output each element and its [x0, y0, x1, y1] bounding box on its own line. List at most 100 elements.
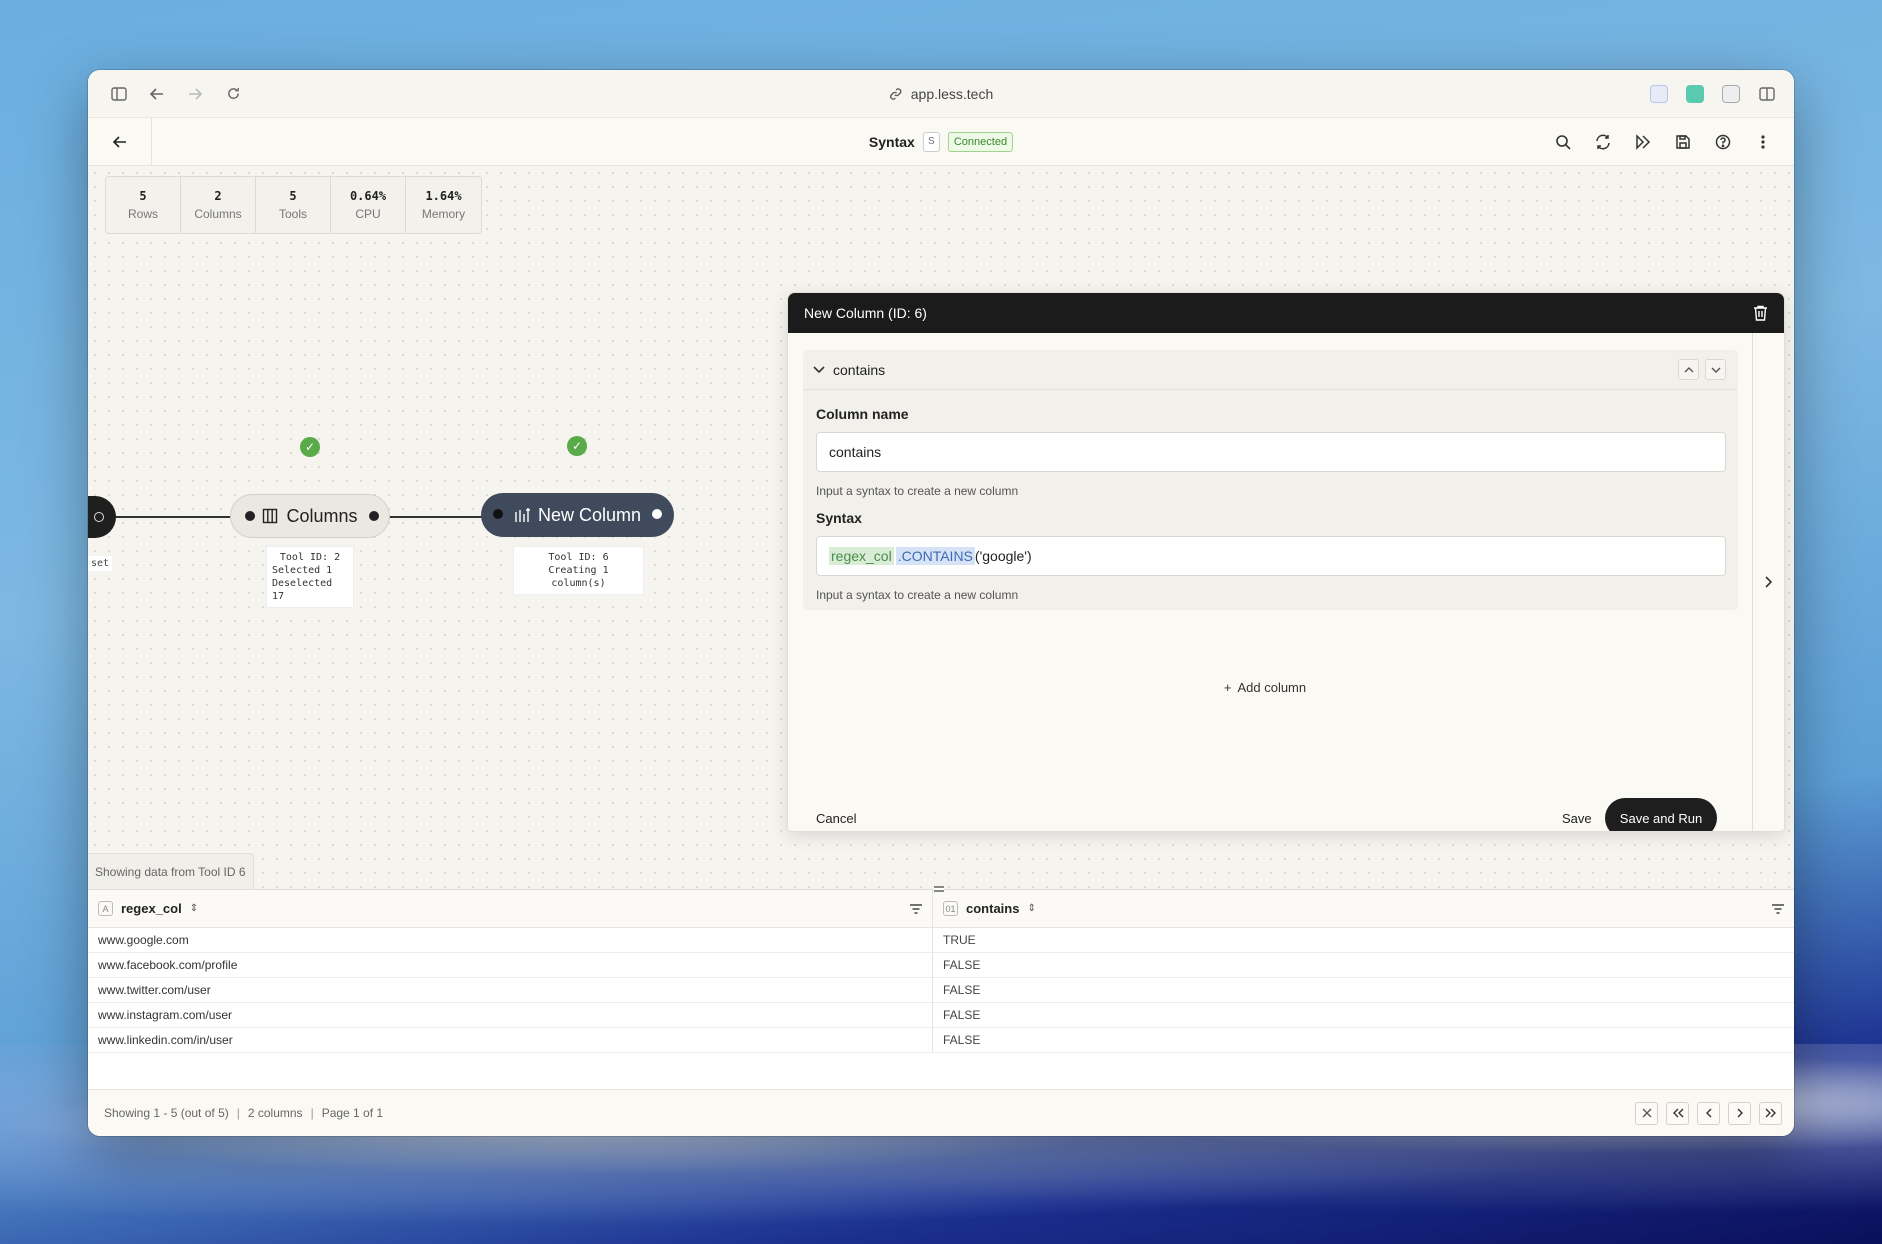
- workflow-canvas[interactable]: 5 Rows 2 Columns 5 Tools 0.64% CPU 1.64%…: [88, 166, 1794, 889]
- run-icon[interactable]: [1634, 133, 1652, 151]
- grid-footer: Showing 1 - 5 (out of 5) | 2 columns | P…: [88, 1089, 1794, 1136]
- check-icon: ✓: [567, 436, 587, 456]
- input-port[interactable]: [493, 509, 503, 519]
- last-page-button[interactable]: [1759, 1101, 1782, 1125]
- chevron-right-icon: [1764, 576, 1772, 588]
- help-icon[interactable]: [1714, 133, 1732, 151]
- card-header[interactable]: contains: [803, 350, 1738, 390]
- url-text: app.less.tech: [910, 85, 994, 102]
- table-cell[interactable]: www.linkedin.com/in/user: [88, 1028, 933, 1052]
- table-row[interactable]: www.google.com TRUE: [88, 928, 1794, 953]
- stats-bar: 5 Rows 2 Columns 5 Tools 0.64% CPU 1.64%…: [105, 176, 482, 234]
- next-page-button[interactable]: [1728, 1101, 1751, 1125]
- save-button[interactable]: Save: [1562, 811, 1592, 826]
- table-cell[interactable]: FALSE: [933, 978, 1794, 1002]
- table-cell[interactable]: www.instagram.com/user: [88, 1003, 933, 1027]
- stat-tools: 5 Tools: [256, 177, 331, 233]
- tool-config-panel: New Column (ID: 6) contains Column name …: [787, 292, 1785, 832]
- columns-node[interactable]: Columns: [230, 494, 390, 538]
- node-info: set: [88, 556, 113, 571]
- sort-icon[interactable]: ⇕: [1027, 903, 1035, 914]
- panel-expand-button[interactable]: [1752, 333, 1784, 831]
- clear-button[interactable]: [1635, 1101, 1658, 1125]
- back-icon[interactable]: [148, 85, 166, 103]
- table-row[interactable]: www.twitter.com/user FALSE: [88, 978, 1794, 1003]
- dataset-node[interactable]: [88, 496, 116, 538]
- extension-icon[interactable]: [1650, 84, 1668, 103]
- pagination: [1635, 1101, 1782, 1125]
- table-row[interactable]: www.facebook.com/profile FALSE: [88, 953, 1794, 978]
- column-name-help: Input a syntax to create a new column: [816, 484, 1019, 498]
- back-button[interactable]: [88, 117, 152, 166]
- trash-icon[interactable]: [1753, 305, 1768, 321]
- move-down-button[interactable]: [1705, 359, 1726, 380]
- edge: [110, 516, 238, 518]
- chevron-down-icon[interactable]: [813, 365, 825, 374]
- table-cell[interactable]: www.google.com: [88, 928, 933, 952]
- table-cell[interactable]: FALSE: [933, 1003, 1794, 1027]
- table-cell[interactable]: www.twitter.com/user: [88, 978, 933, 1002]
- table-row[interactable]: www.linkedin.com/in/user FALSE: [88, 1028, 1794, 1053]
- close-icon: [1642, 1108, 1651, 1118]
- column-header-contains[interactable]: 01 contains ⇕: [933, 890, 1794, 927]
- add-column-button[interactable]: + Add column: [788, 680, 1742, 695]
- sidebar-toggle-icon[interactable]: [110, 85, 128, 103]
- output-port[interactable]: [652, 509, 662, 519]
- node-label: Columns: [286, 505, 358, 526]
- column-card: contains Column name contains Input a sy…: [803, 350, 1738, 610]
- filter-icon[interactable]: [910, 903, 922, 914]
- chevron-down-icon: [1711, 367, 1720, 373]
- extension-icon[interactable]: [1686, 84, 1704, 103]
- column-header-regex-col[interactable]: A regex_col ⇕: [88, 890, 933, 927]
- table-cell[interactable]: TRUE: [933, 928, 1794, 952]
- status-badge: Connected: [947, 131, 1014, 152]
- columns-icon: [263, 508, 278, 524]
- first-page-button[interactable]: [1666, 1101, 1689, 1125]
- new-column-icon: [515, 508, 530, 522]
- reload-icon[interactable]: [224, 85, 242, 103]
- table-cell[interactable]: www.facebook.com/profile: [88, 953, 933, 977]
- chevron-right-icon: [1737, 1108, 1743, 1118]
- move-up-button[interactable]: [1678, 359, 1699, 380]
- card-title: contains: [833, 361, 886, 378]
- table-cell[interactable]: FALSE: [933, 1028, 1794, 1052]
- search-icon[interactable]: [1554, 133, 1572, 151]
- sidebar-right-icon[interactable]: [1758, 85, 1776, 103]
- save-icon[interactable]: [1674, 133, 1692, 151]
- more-vertical-icon[interactable]: [1754, 133, 1772, 151]
- table-cell[interactable]: FALSE: [933, 953, 1794, 977]
- table-row[interactable]: www.instagram.com/user FALSE: [88, 1003, 1794, 1028]
- syntax-token-function: .CONTAINS: [895, 547, 975, 565]
- showing-data-label: Showing data from Tool ID 6: [88, 853, 254, 889]
- refresh-icon[interactable]: [1594, 133, 1612, 151]
- sort-icon[interactable]: ⇕: [190, 903, 198, 914]
- prev-page-button[interactable]: [1697, 1101, 1720, 1125]
- data-grid: A regex_col ⇕ 01 contains ⇕ www.google.c…: [88, 886, 1794, 1089]
- app-header: Syntax S Connected: [88, 117, 1794, 166]
- output-port[interactable]: [94, 512, 104, 522]
- chevron-up-icon: [1684, 366, 1693, 372]
- save-and-run-button[interactable]: Save and Run: [1605, 798, 1717, 831]
- column-name-input[interactable]: contains: [816, 432, 1726, 472]
- browser-window: app.less.tech Syntax S Connected 5 Rows …: [88, 70, 1794, 1136]
- output-port[interactable]: [369, 511, 379, 521]
- syntax-help: Input a syntax to create a new column: [816, 588, 1019, 602]
- extension-icon[interactable]: [1722, 84, 1740, 103]
- column-count-text: 2 columns: [247, 1106, 303, 1120]
- panel-body: contains Column name contains Input a sy…: [788, 333, 1742, 831]
- stat-rows: 5 Rows: [106, 177, 181, 233]
- node-info: Tool ID: 2 Selected 1 Deselected 17: [266, 546, 354, 608]
- cancel-button[interactable]: Cancel: [816, 811, 856, 826]
- input-port[interactable]: [245, 511, 255, 521]
- stat-columns: 2 Columns: [181, 177, 256, 233]
- stat-cpu: 0.64% CPU: [331, 177, 406, 233]
- new-column-node[interactable]: New Column: [481, 493, 674, 537]
- row-count-text: Showing 1 - 5 (out of 5): [104, 1106, 229, 1120]
- chevrons-left-icon: [1672, 1108, 1683, 1118]
- address-bar[interactable]: app.less.tech: [889, 85, 994, 102]
- arrow-left-icon: [112, 135, 126, 148]
- syntax-token-column: regex_col: [829, 547, 894, 565]
- forward-icon[interactable]: [186, 85, 204, 103]
- syntax-input[interactable]: regex_col .CONTAINS ('google'): [816, 536, 1726, 576]
- filter-icon[interactable]: [1772, 903, 1784, 914]
